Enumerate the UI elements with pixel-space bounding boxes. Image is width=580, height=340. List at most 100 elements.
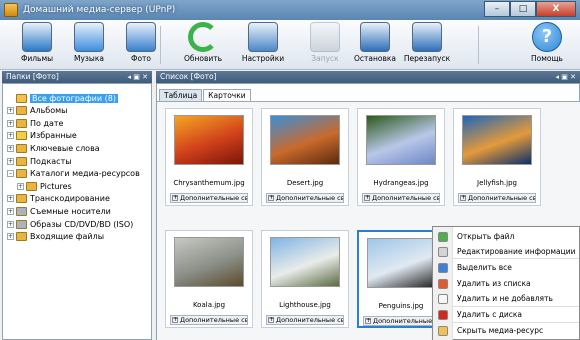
- folder-icon: [16, 156, 27, 166]
- photo-thumbnail[interactable]: [270, 115, 340, 165]
- app-window: Домашний медиа-сервер (UPnP) – □ X Фильм…: [0, 0, 580, 340]
- photo-card[interactable]: Desert.jpg +Дополнительные свойства: [261, 108, 349, 206]
- maximize-button[interactable]: □: [510, 1, 536, 17]
- tree-expander-icon[interactable]: +: [7, 195, 14, 203]
- folder-tree: Все фотографии (8) + Альбомы + По дате + Избра…: [2, 83, 152, 340]
- context-menu-item[interactable]: Редактирование информации: [433, 244, 579, 259]
- tree-expander-icon[interactable]: –: [7, 170, 14, 178]
- more-properties-button[interactable]: +Дополнительные свойства: [362, 193, 440, 203]
- tree-expander-icon[interactable]: +: [7, 119, 14, 127]
- tree-expander-icon[interactable]: +: [7, 233, 14, 241]
- photo-card[interactable]: Koala.jpg +Дополнительные свойства: [165, 230, 253, 328]
- context-menu-item[interactable]: Скрыть медиа-ресурс: [433, 323, 579, 338]
- restart-icon: [412, 22, 442, 52]
- toolbar-button-refresh[interactable]: Обновить: [176, 22, 230, 68]
- more-properties-button[interactable]: +Дополнительные свойства: [363, 316, 441, 326]
- tree-item-label: Транскодирование: [30, 194, 110, 204]
- photo-thumbnail[interactable]: [366, 115, 436, 165]
- left-panel-header: Папки [Фото] ◂ ▣ ✕: [2, 71, 152, 83]
- photo-filename: Penguins.jpg: [378, 302, 424, 310]
- more-properties-button[interactable]: +Дополнительные свойства: [170, 315, 248, 325]
- toolbar-button-help[interactable]: ? Помощь: [520, 22, 574, 68]
- folder-icon: [16, 143, 27, 153]
- folder-icon: [16, 206, 27, 216]
- tree-item[interactable]: + Pictures: [17, 180, 72, 192]
- more-properties-button[interactable]: +Дополнительные свойства: [266, 193, 344, 203]
- tree-item[interactable]: + Альбомы: [7, 105, 67, 117]
- tree-item[interactable]: + Образы CD/DVD/BD (ISO): [7, 218, 133, 230]
- close-button[interactable]: X: [536, 1, 576, 17]
- photo-card[interactable]: Hydrangeas.jpg+Дополнительные свойства: [357, 108, 445, 206]
- tree-item[interactable]: + Подкасты: [7, 155, 72, 167]
- more-properties-button[interactable]: +Дополнительные свойства: [266, 315, 344, 325]
- photo-thumbnail[interactable]: [174, 237, 244, 287]
- tree-expander-icon[interactable]: +: [7, 132, 14, 140]
- photo-card[interactable]: Jellyfish.jpg +Дополнительные свойства: [453, 108, 541, 206]
- select-all-icon: [438, 262, 448, 273]
- folder-icon: [16, 106, 27, 116]
- main-panel-pin-icon[interactable]: ◂ ▣ ✕: [556, 71, 576, 83]
- tree-item-label: Каталоги медиа-ресурсов: [30, 169, 140, 179]
- toolbar-separator: [478, 26, 479, 64]
- photo-thumbnail[interactable]: [462, 115, 532, 165]
- more-properties-button[interactable]: +Дополнительные свойства: [170, 193, 248, 203]
- photo-filename: Lighthouse.jpg: [279, 301, 331, 309]
- edit-info-icon: [438, 246, 448, 257]
- context-menu-separator: [453, 258, 579, 259]
- toolbar-button-film[interactable]: Фильмы: [10, 22, 64, 68]
- toolbar-label: Обновить: [183, 54, 223, 63]
- photo-filename: Koala.jpg: [192, 301, 226, 309]
- tree-item-label: Входящие файлы: [30, 232, 105, 242]
- photo-icon: [126, 22, 156, 52]
- minimize-button[interactable]: –: [484, 1, 510, 17]
- tab-cards[interactable]: Карточки: [203, 89, 251, 101]
- tree-item[interactable]: + Транскодирование: [7, 193, 110, 205]
- tree-item[interactable]: Все фотографии (8): [7, 92, 118, 104]
- context-menu-separator: [453, 306, 579, 307]
- tree-item[interactable]: – Каталоги медиа-ресурсов: [7, 168, 140, 180]
- tree-expander-icon[interactable]: +: [7, 207, 14, 215]
- photo-filename: Jellyfish.jpg: [477, 179, 517, 187]
- folder-icon: [16, 232, 27, 242]
- photo-card[interactable]: Lighthouse.jpg +Дополнительные свойства: [261, 230, 349, 328]
- more-properties-label: Дополнительные свойства: [180, 316, 248, 324]
- context-menu-item[interactable]: Выделить все: [433, 260, 579, 275]
- panel-pin-icon[interactable]: ◂ ▣ ✕: [128, 71, 148, 83]
- toolbar-label: Запуск: [311, 54, 339, 63]
- photo-thumbnail[interactable]: [367, 238, 437, 288]
- toolbar-button-stop[interactable]: Остановка: [348, 22, 402, 68]
- context-menu-item[interactable]: Удалить и не добавлять: [433, 291, 579, 306]
- context-menu-label: Удалить с диска: [457, 310, 523, 319]
- tree-item[interactable]: + Избранные: [7, 130, 77, 142]
- main-panel-title: Список [Фото]: [160, 72, 217, 81]
- tree-expander-icon[interactable]: +: [7, 107, 14, 115]
- toolbar-button-start: Запуск: [298, 22, 352, 68]
- toolbar-button-settings[interactable]: Настройки: [236, 22, 290, 68]
- tree-item[interactable]: + Съемные носители: [7, 205, 111, 217]
- tree-expander-icon[interactable]: +: [7, 157, 14, 165]
- more-properties-button[interactable]: +Дополнительные свойства: [458, 193, 536, 203]
- tree-item[interactable]: + Ключевые слова: [7, 142, 100, 154]
- photo-thumbnail[interactable]: [270, 237, 340, 287]
- left-panel-title: Папки [Фото]: [6, 72, 59, 81]
- context-menu-item[interactable]: Открыть файл: [433, 229, 579, 244]
- tree-item[interactable]: + По дате: [7, 117, 63, 129]
- toolbar-label: Помощь: [531, 54, 563, 63]
- photo-card[interactable]: Chrysanthemum.jpg +Дополнительные свойств…: [165, 108, 253, 206]
- refresh-icon: [188, 22, 218, 52]
- main-panel-header: Список [Фото] ◂ ▣ ✕: [156, 71, 580, 83]
- toolbar-button-restart[interactable]: Перезапуск: [400, 22, 454, 68]
- tree-expander-icon[interactable]: +: [7, 220, 14, 228]
- tree-expander-icon[interactable]: +: [7, 144, 14, 152]
- tree-expander-icon[interactable]: +: [17, 182, 24, 190]
- folder-icon: [16, 118, 27, 128]
- context-menu-label: Скрыть медиа-ресурс: [457, 326, 544, 335]
- context-menu-item[interactable]: Удалить из списка: [433, 276, 579, 291]
- tree-item-label: Все фотографии (8): [30, 93, 118, 103]
- context-menu-item[interactable]: Удалить с диска: [433, 307, 579, 322]
- context-menu-label: Открыть файл: [457, 232, 515, 241]
- tree-item[interactable]: + Входящие файлы: [7, 231, 104, 243]
- tab-table[interactable]: Таблица: [159, 89, 203, 101]
- photo-thumbnail[interactable]: [174, 115, 244, 165]
- toolbar-button-music[interactable]: Музыка: [62, 22, 116, 68]
